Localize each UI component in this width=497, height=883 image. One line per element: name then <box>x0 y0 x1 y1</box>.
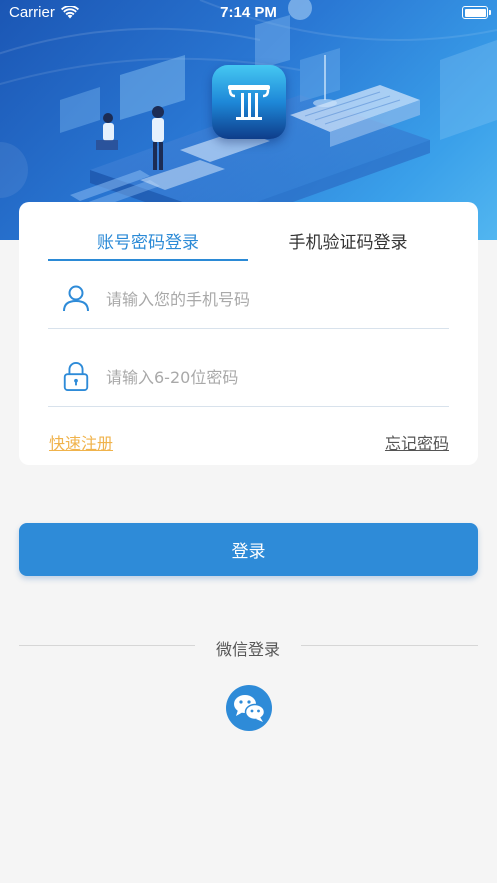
register-link[interactable]: 快速注册 <box>49 430 113 454</box>
wechat-icon <box>234 695 266 722</box>
battery-icon <box>462 6 491 19</box>
status-bar: Carrier 7:14 PM <box>0 0 497 26</box>
login-screen: Carrier 7:14 PM 账号密码登录 手机验证码登录 请输入您的手机号码… <box>0 0 497 883</box>
lock-icon <box>63 361 89 391</box>
password-input[interactable] <box>106 359 436 395</box>
wechat-login-label: 微信登录 <box>215 640 280 659</box>
login-tabs: 账号密码登录 手机验证码登录 <box>19 202 478 264</box>
password-field <box>48 341 449 407</box>
login-card: 账号密码登录 手机验证码登录 快速注册 忘记密码 <box>19 202 478 465</box>
tab-sms-code[interactable]: 手机验证码登录 <box>248 228 448 253</box>
phone-field <box>48 263 449 329</box>
forgot-password-link[interactable]: 忘记密码 <box>385 430 449 454</box>
login-button[interactable]: 登录 <box>19 523 478 576</box>
user-icon <box>63 285 89 312</box>
wechat-login-button[interactable] <box>226 685 272 731</box>
pillar-icon <box>228 85 270 120</box>
app-logo-icon <box>212 65 286 139</box>
divider-right <box>301 645 478 646</box>
phone-input[interactable] <box>106 281 436 317</box>
tab-account-password[interactable]: 账号密码登录 <box>48 228 248 253</box>
status-time: 7:14 PM <box>220 4 277 21</box>
active-tab-indicator <box>48 259 248 261</box>
divider-left <box>19 645 195 646</box>
